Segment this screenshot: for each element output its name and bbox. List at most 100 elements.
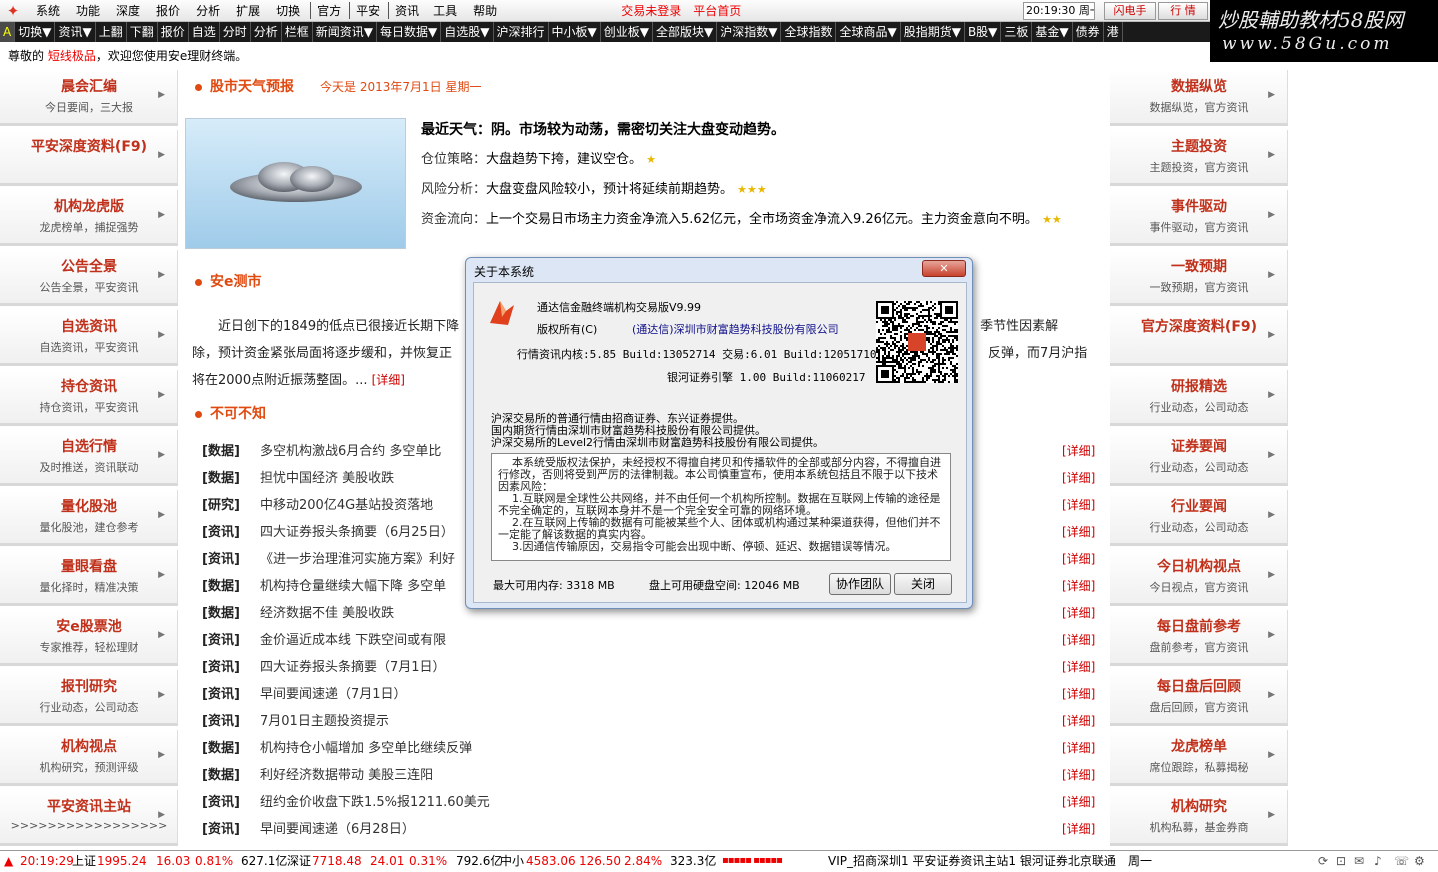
menu-pingan[interactable]: 平安 bbox=[349, 2, 386, 19]
news-headline[interactable]: 中移动200亿4G基站投资落地 bbox=[260, 492, 433, 519]
right-nav-item[interactable]: 一致预期 一致预期，官方资讯 ▶ bbox=[1110, 250, 1288, 306]
news-detail-link[interactable]: [详细] bbox=[1062, 762, 1095, 789]
toolbar-item[interactable]: 分析 bbox=[251, 22, 282, 42]
menu-switch[interactable]: 切换 bbox=[268, 2, 308, 19]
toolbar-item[interactable]: 报价 bbox=[158, 22, 189, 42]
toolbar-item[interactable]: 自选 bbox=[189, 22, 220, 42]
toolbar-item[interactable]: 沪深排行 bbox=[494, 22, 549, 42]
left-nav-item[interactable]: 安e股票池 专家推荐，轻松理财 ▶ bbox=[0, 610, 178, 666]
right-nav-item[interactable]: 证券要闻 行业动态，公司动态 ▶ bbox=[1110, 430, 1288, 486]
left-nav-item[interactable]: 量化股池 量化股池，建仓参考 ▶ bbox=[0, 490, 178, 546]
toolbar-item[interactable]: 下翻 bbox=[127, 22, 158, 42]
news-detail-link[interactable]: [详细] bbox=[1062, 816, 1095, 843]
news-row[interactable]: [数据] 机构持仓小幅增加 多空单比继续反弹 [详细] bbox=[182, 735, 1110, 762]
toolbar-item[interactable]: 资讯▼ bbox=[55, 22, 96, 42]
license-notice[interactable]: 本系统受版权法保护，未经授权不得擅自拷贝和传播软件的全部或部分内容，不得擅自进行… bbox=[491, 453, 951, 561]
news-row[interactable]: [资讯] 金价逼近成本线 下跌空间或有限 [详细] bbox=[182, 627, 1110, 654]
news-row[interactable]: [资讯] 早间要闻速递（7月1日） [详细] bbox=[182, 681, 1110, 708]
news-headline[interactable]: 四大证券报头条摘要（6月25日） bbox=[260, 519, 454, 546]
news-headline[interactable]: 机构持仓量继续大幅下降 多空单 bbox=[260, 573, 446, 600]
news-detail-link[interactable]: [详细] bbox=[1062, 465, 1095, 492]
toolbar-item[interactable]: 全球商品▼ bbox=[836, 22, 901, 42]
toolbar-item[interactable]: 沪深指数▼ bbox=[717, 22, 782, 42]
right-nav-item[interactable]: 每日盘后回顾 盘后回顾，官方资讯 ▶ bbox=[1110, 670, 1288, 726]
toolbar-item[interactable]: 自选股▼ bbox=[441, 22, 494, 42]
news-detail-link[interactable]: [详细] bbox=[1062, 627, 1095, 654]
news-detail-link[interactable]: [详细] bbox=[1062, 492, 1095, 519]
news-detail-link[interactable]: [详细] bbox=[1062, 546, 1095, 573]
menu-depth[interactable]: 深度 bbox=[108, 2, 148, 19]
right-nav-item[interactable]: 官方深度资料(F9) ▶ bbox=[1110, 310, 1288, 366]
menu-quote[interactable]: 报价 bbox=[148, 2, 188, 19]
toolbar-item[interactable]: 分时 bbox=[220, 22, 251, 42]
news-row[interactable]: [资讯] 纽约金价收盘下跌1.5%报1211.60美元 [详细] bbox=[182, 789, 1110, 816]
toolbar-item[interactable]: 切换▼ bbox=[15, 22, 56, 42]
toolbar-item[interactable]: 全球指数 bbox=[781, 22, 837, 42]
left-nav-item[interactable]: 报刊研究 行业动态，公司动态 ▶ bbox=[0, 670, 178, 726]
news-headline[interactable]: 机构持仓小幅增加 多空单比继续反弹 bbox=[260, 735, 472, 762]
left-nav-item[interactable]: 平安深度资料(F9) ▶ bbox=[0, 130, 178, 186]
flash-button[interactable]: 闪电手 bbox=[1104, 2, 1156, 20]
news-headline[interactable]: 7月01日主题投资提示 bbox=[260, 708, 389, 735]
right-nav-item[interactable]: 行业要闻 行业动态，公司动态 ▶ bbox=[1110, 490, 1288, 546]
toolbar-item[interactable]: 中小板▼ bbox=[549, 22, 601, 42]
right-nav-item[interactable]: 机构研究 机构私募，基金券商 ▶ bbox=[1110, 790, 1288, 846]
toolbar-item[interactable]: 基金▼ bbox=[1032, 22, 1073, 42]
news-detail-link[interactable]: [详细] bbox=[1062, 600, 1095, 627]
toolbar-item[interactable]: 每日数据▼ bbox=[377, 22, 442, 42]
toolbar-item[interactable]: 三板 bbox=[1001, 22, 1033, 42]
dialog-close-icon[interactable]: ✕ bbox=[922, 260, 966, 277]
news-detail-link[interactable]: [详细] bbox=[1062, 654, 1095, 681]
news-headline[interactable]: 早间要闻速递（7月1日） bbox=[260, 681, 407, 708]
menu-system[interactable]: 系统 bbox=[28, 2, 68, 19]
right-nav-item[interactable]: 数据纵览 数据纵览，官方资讯 ▶ bbox=[1110, 70, 1288, 126]
news-detail-link[interactable]: [详细] bbox=[1062, 681, 1095, 708]
left-nav-item[interactable]: 持仓资讯 持仓资讯，平安资讯 ▶ bbox=[0, 370, 178, 426]
chat-icon[interactable]: ☏ bbox=[1394, 851, 1409, 871]
toolbar-item[interactable]: A bbox=[0, 22, 16, 42]
toolbar-item[interactable]: 栏框 bbox=[282, 22, 313, 42]
left-nav-item[interactable]: 量眼看盘 量化择时，精准决策 ▶ bbox=[0, 550, 178, 606]
refresh-icon[interactable]: ⟳ bbox=[1318, 851, 1328, 871]
menu-official[interactable]: 官方 bbox=[310, 2, 347, 19]
news-headline[interactable]: 《进一步治理淮河实施方案》利好 bbox=[260, 546, 455, 573]
toolbar-item[interactable]: 新闻资讯▼ bbox=[313, 22, 378, 42]
news-headline[interactable]: 四大证券报头条摘要（7月1日） bbox=[260, 654, 446, 681]
menu-function[interactable]: 功能 bbox=[68, 2, 108, 19]
right-nav-item[interactable]: 每日盘前参考 盘前参考，官方资讯 ▶ bbox=[1110, 610, 1288, 666]
news-detail-link[interactable]: [详细] bbox=[1062, 573, 1095, 600]
left-nav-item[interactable]: 自选资讯 自选资讯，平安资讯 ▶ bbox=[0, 310, 178, 366]
right-nav-item[interactable]: 研报精选 行业动态，公司动态 ▶ bbox=[1110, 370, 1288, 426]
right-nav-item[interactable]: 今日机构视点 今日视点，官方资讯 ▶ bbox=[1110, 550, 1288, 606]
news-headline[interactable]: 担忧中国经济 美股收跌 bbox=[260, 465, 394, 492]
left-nav-item[interactable]: 机构龙虎版 龙虎榜单，捕捉强势 ▶ bbox=[0, 190, 178, 246]
login-status[interactable]: 交易未登录 bbox=[615, 2, 687, 19]
left-nav-item[interactable]: 自选行情 及时推送，资讯联动 ▶ bbox=[0, 430, 178, 486]
home-link[interactable]: 平台首页 bbox=[687, 2, 747, 19]
toolbar-item[interactable]: 创业板▼ bbox=[601, 22, 653, 42]
close-button[interactable]: 关闭 bbox=[894, 573, 952, 595]
news-headline[interactable]: 经济数据不佳 美股收跌 bbox=[260, 600, 394, 627]
right-nav-item[interactable]: 龙虎榜单 席位跟踪，私募揭秘 ▶ bbox=[1110, 730, 1288, 786]
news-detail-link[interactable]: [详细] bbox=[1062, 519, 1095, 546]
news-detail-link[interactable]: [详细] bbox=[1062, 735, 1095, 762]
news-detail-link[interactable]: [详细] bbox=[1062, 789, 1095, 816]
lock-icon[interactable]: ⊡ bbox=[1336, 851, 1346, 871]
news-row[interactable]: [资讯] 7月01日主题投资提示 [详细] bbox=[182, 708, 1110, 735]
left-nav-item[interactable]: 机构视点 机构研究，预测评级 ▶ bbox=[0, 730, 178, 786]
news-row[interactable]: [资讯] 四大证券报头条摘要（7月1日） [详细] bbox=[182, 654, 1110, 681]
server-list[interactable]: VIP_招商深圳1 平安证券资讯主站1 银河证券北京联通 bbox=[828, 851, 1116, 871]
ece-detail-link[interactable]: [详细] bbox=[372, 373, 405, 387]
toolbar-item[interactable]: 上翻 bbox=[96, 22, 127, 42]
news-headline[interactable]: 多空机构激战6月合约 多空单比 bbox=[260, 438, 441, 465]
right-nav-item[interactable]: 事件驱动 事件驱动，官方资讯 ▶ bbox=[1110, 190, 1288, 246]
settings-icon[interactable]: ⚙ bbox=[1414, 851, 1425, 871]
menu-help[interactable]: 帮助 bbox=[465, 2, 505, 19]
news-detail-link[interactable]: [详细] bbox=[1062, 438, 1095, 465]
news-headline[interactable]: 早间要闻速递（6月28日） bbox=[260, 816, 415, 843]
toolbar-item[interactable]: 股指期货▼ bbox=[901, 22, 965, 42]
toolbar-item[interactable]: 港 bbox=[1104, 22, 1123, 42]
menu-extend[interactable]: 扩展 bbox=[228, 2, 268, 19]
news-detail-link[interactable]: [详细] bbox=[1062, 708, 1095, 735]
team-button[interactable]: 协作团队 bbox=[829, 573, 891, 595]
